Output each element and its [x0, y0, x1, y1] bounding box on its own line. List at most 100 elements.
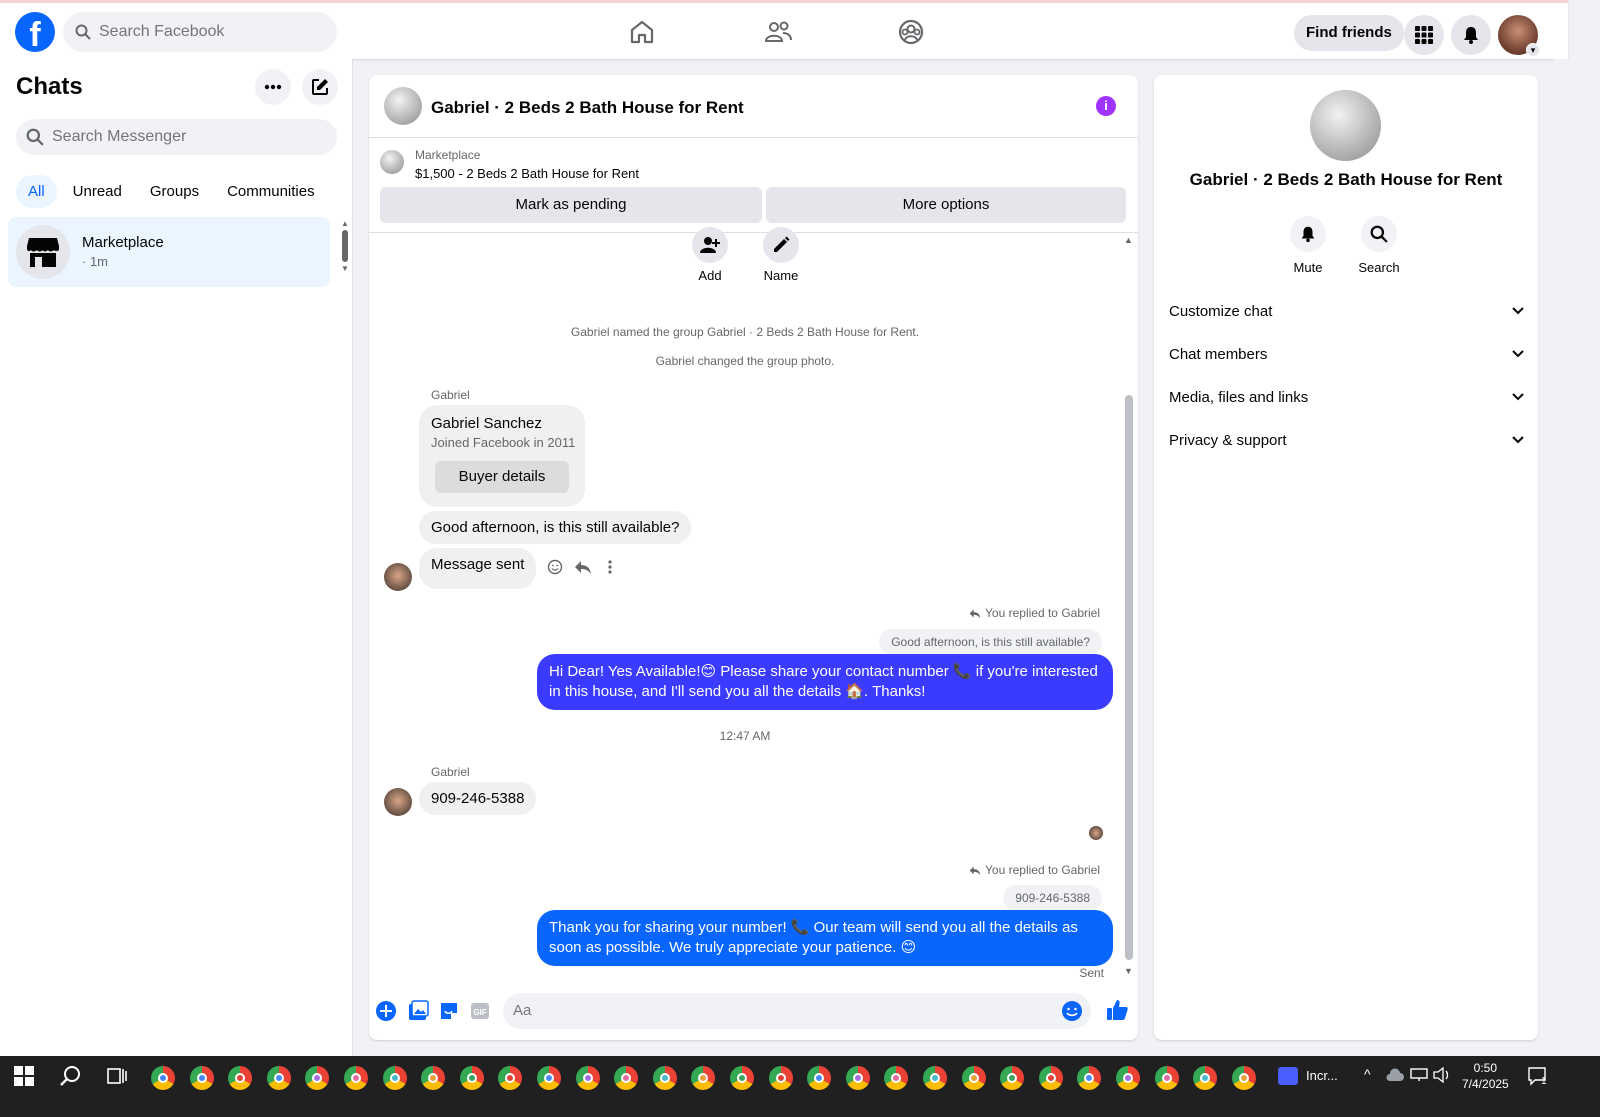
chrome-browser-icon[interactable]: [1038, 1066, 1063, 1090]
chrome-browser-icon[interactable]: [961, 1066, 986, 1090]
chrome-browser-icon[interactable]: [498, 1066, 523, 1090]
chrome-browser-icon[interactable]: [1116, 1066, 1140, 1090]
chrome-browser-icon[interactable]: [575, 1066, 600, 1090]
outgoing-message[interactable]: Thank you for sharing your number! 📞 Our…: [537, 910, 1113, 966]
react-emoji-icon[interactable]: [547, 559, 563, 575]
chrome-browser-icon[interactable]: [614, 1066, 639, 1090]
chrome-browser-icon[interactable]: [691, 1066, 716, 1090]
chrome-browser-icon[interactable]: [344, 1066, 368, 1090]
more-vertical-icon[interactable]: [607, 559, 613, 575]
chat-members-section[interactable]: Chat members: [1169, 334, 1524, 374]
group-avatar[interactable]: [384, 87, 422, 125]
groups-icon[interactable]: [897, 18, 925, 46]
home-icon[interactable]: [628, 18, 656, 46]
volume-icon[interactable]: [1433, 1067, 1451, 1083]
gabriel-avatar[interactable]: [384, 563, 412, 591]
notifications-button[interactable]: [1451, 15, 1491, 55]
listing-title[interactable]: $1,500 - 2 Beds 2 Bath House for Rent: [415, 166, 639, 181]
quoted-message[interactable]: Good afternoon, is this still available?: [879, 629, 1102, 655]
chrome-browser-icon[interactable]: [305, 1066, 330, 1090]
facebook-search-input[interactable]: [99, 23, 299, 41]
thumbs-up-icon[interactable]: [1105, 998, 1129, 1022]
taskbar-clock[interactable]: 0:50 7/4/2025: [1462, 1060, 1509, 1092]
facebook-logo-icon[interactable]: f: [15, 12, 55, 52]
messenger-search-input[interactable]: [52, 128, 252, 146]
chrome-browser-icon[interactable]: [1000, 1066, 1025, 1090]
incoming-message[interactable]: Message sent: [419, 548, 537, 589]
listing-thumbnail[interactable]: [380, 150, 404, 174]
info-icon[interactable]: i: [1096, 96, 1116, 116]
quoted-message[interactable]: 909-246-5388: [1003, 885, 1102, 911]
page-scrollbar[interactable]: [1553, 59, 1568, 1056]
photo-icon[interactable]: [407, 1000, 429, 1022]
cloud-icon[interactable]: [1386, 1068, 1404, 1082]
chevron-up-icon[interactable]: ^: [1364, 1066, 1371, 1082]
more-options-button[interactable]: More options: [766, 187, 1126, 223]
messenger-search-bar[interactable]: [16, 119, 337, 155]
chrome-browser-icon[interactable]: [807, 1066, 832, 1090]
find-friends-button[interactable]: Find friends: [1294, 15, 1404, 51]
tab-all[interactable]: All: [16, 175, 57, 208]
conversation-scrollbar[interactable]: [1125, 395, 1133, 960]
outgoing-message[interactable]: Hi Dear! Yes Available!😊 Please share yo…: [537, 654, 1113, 710]
add-people-action[interactable]: Add: [680, 227, 740, 283]
chrome-browser-icon[interactable]: [382, 1066, 407, 1090]
chrome-browser-icon[interactable]: [151, 1066, 175, 1090]
network-icon[interactable]: [1410, 1068, 1428, 1082]
menu-button[interactable]: [1404, 15, 1444, 55]
mark-as-pending-button[interactable]: Mark as pending: [380, 187, 762, 223]
chrome-browser-icon[interactable]: [1077, 1066, 1102, 1090]
conversation-title[interactable]: Gabriel · 2 Beds 2 Bath House for Rent: [431, 98, 744, 118]
chrome-browser-icon[interactable]: [768, 1066, 793, 1090]
sticker-icon[interactable]: [438, 1000, 460, 1022]
customize-chat-section[interactable]: Customize chat: [1169, 291, 1524, 331]
buyer-details-button[interactable]: Buyer details: [435, 461, 569, 493]
chrome-browser-icon[interactable]: [652, 1066, 677, 1090]
chrome-browser-icon[interactable]: [923, 1066, 947, 1090]
friends-icon[interactable]: [764, 18, 792, 46]
gabriel-avatar[interactable]: [384, 788, 412, 816]
profile-avatar[interactable]: ▾: [1498, 15, 1540, 57]
message-input[interactable]: [513, 1002, 1033, 1019]
chrome-browser-icon[interactable]: [266, 1066, 291, 1090]
chat-options-button[interactable]: [255, 69, 291, 105]
chrome-browser-icon[interactable]: [730, 1066, 754, 1090]
chrome-browser-icon[interactable]: [537, 1066, 561, 1090]
gif-icon[interactable]: GIF: [469, 1000, 491, 1022]
facebook-search-bar[interactable]: [63, 12, 337, 52]
plus-circle-icon[interactable]: [375, 1000, 397, 1022]
task-view-icon[interactable]: [107, 1066, 127, 1086]
taskbar-search-icon[interactable]: [60, 1065, 82, 1087]
privacy-support-section[interactable]: Privacy & support: [1169, 420, 1524, 460]
sidebar-scrollbar[interactable]: ▲ ▼: [340, 219, 350, 279]
incoming-message[interactable]: 909-246-5388: [419, 782, 537, 815]
video-app-icon[interactable]: [1278, 1067, 1298, 1085]
group-photo[interactable]: [1310, 90, 1381, 161]
chrome-browser-icon[interactable]: [189, 1066, 214, 1090]
mute-action[interactable]: Mute: [1278, 216, 1338, 275]
incoming-message[interactable]: Good afternoon, is this still available?: [419, 511, 692, 544]
chat-list-item-marketplace[interactable]: Marketplace · 1m: [8, 217, 330, 287]
scroll-up-arrow-icon[interactable]: ▲: [1124, 235, 1133, 245]
message-input-box[interactable]: [503, 993, 1091, 1029]
chrome-browser-icon[interactable]: [421, 1066, 446, 1090]
scroll-down-arrow-icon[interactable]: ▼: [1124, 966, 1133, 976]
taskbar-app-label[interactable]: Incr...: [1306, 1068, 1338, 1083]
chrome-browser-icon[interactable]: [1154, 1066, 1179, 1090]
chrome-browser-icon[interactable]: [228, 1066, 253, 1090]
tab-unread[interactable]: Unread: [61, 175, 134, 208]
windows-start-icon[interactable]: [14, 1066, 34, 1086]
emoji-icon[interactable]: [1061, 1000, 1083, 1022]
chrome-browser-icon[interactable]: [1193, 1066, 1218, 1090]
reply-icon[interactable]: [574, 559, 592, 575]
name-group-action[interactable]: Name: [751, 227, 811, 283]
media-files-links-section[interactable]: Media, files and links: [1169, 377, 1524, 417]
chrome-browser-icon[interactable]: [459, 1066, 484, 1090]
tab-groups[interactable]: Groups: [138, 175, 211, 208]
chrome-browser-icon[interactable]: [884, 1066, 909, 1090]
chrome-browser-icon[interactable]: [1231, 1066, 1256, 1090]
tab-communities[interactable]: Communities: [215, 175, 327, 208]
chrome-browser-icon[interactable]: [845, 1066, 870, 1090]
search-action[interactable]: Search: [1349, 216, 1409, 275]
new-message-button[interactable]: [302, 69, 338, 105]
